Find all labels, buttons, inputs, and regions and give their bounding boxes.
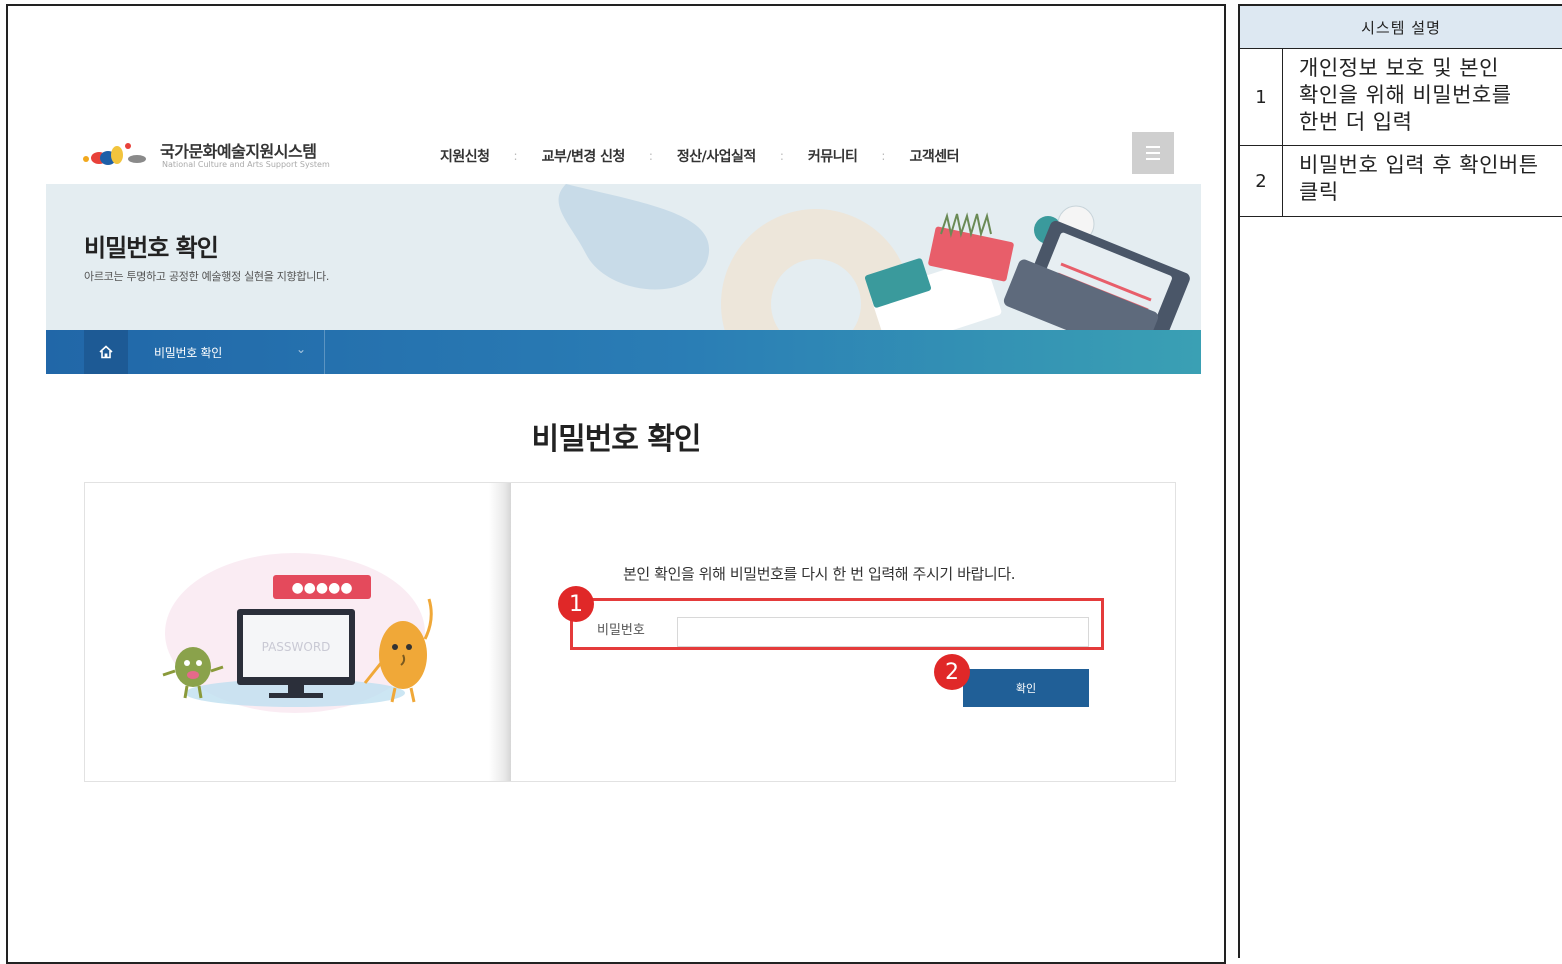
home-icon: [99, 345, 113, 359]
global-nav: 국가문화예술지원시스템 National Culture and Arts Su…: [8, 126, 1224, 186]
menu-separator: :: [513, 149, 518, 163]
hamburger-icon-line: [1146, 146, 1160, 148]
description-row: 2 비밀번호 입력 후 확인버튼 클릭: [1240, 146, 1562, 217]
location-bar: 비밀번호 확인 ⌄: [46, 330, 1201, 374]
panel-divider: [489, 483, 511, 781]
hamburger-icon-line: [1146, 158, 1160, 160]
logo-subtitle: National Culture and Arts Support System: [162, 160, 330, 169]
screenshot-frame: 국가문화예술지원시스템 National Culture and Arts Su…: [6, 4, 1226, 964]
hero-illustration: [558, 184, 1190, 330]
site-logo[interactable]: 국가문화예술지원시스템 National Culture and Arts Su…: [82, 136, 332, 176]
menu-item-settlement[interactable]: 정산/사업실적: [677, 146, 756, 166]
password-label: 비밀번호: [597, 623, 645, 638]
guide-text: 본인 확인을 위해 비밀번호를 다시 한 번 입력해 주시기 바랍니다.: [623, 565, 1016, 583]
password-confirm-panel: ●●●●● PASSWORD 본인 확인을 위해 비밀번호를 다시 한 번 입력…: [84, 482, 1176, 782]
step-marker-2: 2: [934, 654, 970, 690]
confirm-button[interactable]: 확인: [963, 669, 1089, 707]
hamburger-icon-line: [1146, 152, 1160, 154]
system-description-table: 시스템 설명 1 개인정보 보호 및 본인 확인을 위해 비밀번호를 한번 더 …: [1238, 4, 1562, 958]
menu-separator: :: [779, 149, 784, 163]
hamburger-menu-button[interactable]: [1132, 132, 1174, 174]
logo-title: 국가문화예술지원시스템: [160, 142, 317, 161]
password-input[interactable]: [677, 617, 1089, 647]
menu-separator: :: [648, 149, 653, 163]
main-menu: 지원신청 : 교부/변경 신청 : 정산/사업실적 : 커뮤니티 : 고객센터: [440, 146, 959, 166]
hero-banner: 비밀번호 확인 아르코는 투명하고 공정한 예술행정 실현을 지향합니다.: [46, 184, 1201, 330]
description-header: 시스템 설명: [1240, 6, 1562, 49]
logo-icon: [83, 143, 146, 165]
menu-item-customer-center[interactable]: 고객센터: [909, 146, 959, 166]
menu-item-community[interactable]: 커뮤니티: [808, 146, 858, 166]
menu-separator: :: [881, 149, 886, 163]
hero-title: 비밀번호 확인: [84, 234, 219, 262]
chevron-down-icon: ⌄: [296, 342, 307, 356]
svg-text:●●●●●: ●●●●●: [291, 580, 352, 596]
location-dropdown[interactable]: 비밀번호 확인 ⌄: [128, 330, 325, 374]
location-current-label: 비밀번호 확인: [154, 346, 222, 360]
page-title: 비밀번호 확인: [531, 422, 701, 457]
description-row: 1 개인정보 보호 및 본인 확인을 위해 비밀번호를 한번 더 입력: [1240, 49, 1562, 146]
menu-item-grant-change[interactable]: 교부/변경 신청: [542, 146, 626, 166]
home-button[interactable]: [84, 330, 128, 374]
description-row-text: 비밀번호 입력 후 확인버튼 클릭: [1299, 153, 1539, 204]
hero-subtitle: 아르코는 투명하고 공정한 예술행정 실현을 지향합니다.: [84, 270, 330, 283]
description-row-text: 개인정보 보호 및 본인 확인을 위해 비밀번호를 한번 더 입력: [1299, 56, 1512, 134]
password-illustration: ●●●●● PASSWORD: [162, 553, 433, 713]
step-marker-1: 1: [558, 586, 594, 622]
menu-item-apply[interactable]: 지원신청: [440, 146, 490, 166]
description-row-number: 1: [1240, 49, 1283, 145]
description-row-number: 2: [1240, 146, 1283, 216]
illustration-panel: ●●●●● PASSWORD: [85, 483, 497, 781]
illustration-password-text: PASSWORD: [262, 640, 331, 654]
